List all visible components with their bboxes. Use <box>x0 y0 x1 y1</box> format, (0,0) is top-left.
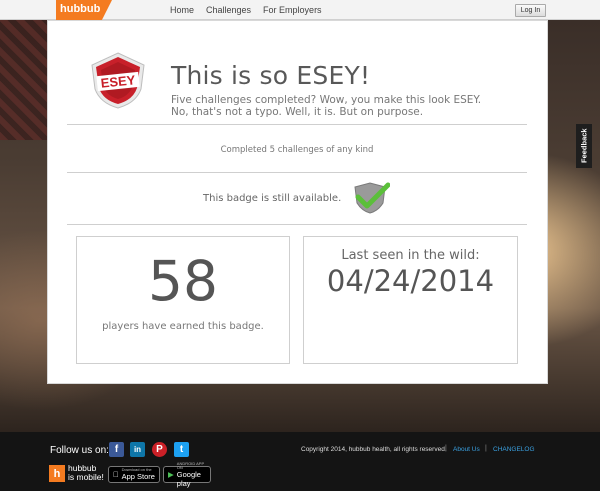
footer-separator: | <box>445 445 447 452</box>
feedback-tab[interactable]: Feedback <box>576 124 592 168</box>
linkedin-icon[interactable]: in <box>130 442 145 457</box>
footer-separator: | <box>485 445 487 452</box>
divider <box>67 124 527 125</box>
badge-criteria: Completed 5 challenges of any kind <box>220 145 374 155</box>
last-seen-box: Last seen in the wild: 04/24/2014 <box>303 236 518 364</box>
google-play-text: ANDROID APP ON Google play <box>176 460 205 488</box>
availability-text: This badge is still available. <box>203 193 342 204</box>
nav-for-employers[interactable]: For Employers <box>263 5 322 15</box>
mobile-promo-text: hubbub is mobile! <box>68 464 104 482</box>
divider <box>67 172 527 173</box>
pinterest-icon[interactable]: P <box>152 442 167 457</box>
nav-home[interactable]: Home <box>170 5 194 15</box>
facebook-icon[interactable]: f <box>109 442 124 457</box>
description-line-2: No, that's not a typo. Well, it is. But … <box>171 106 424 118</box>
nav-challenges[interactable]: Challenges <box>206 5 251 15</box>
hubbub-mobile-logo: h <box>49 465 65 482</box>
changelog-link[interactable]: CHANGELOG <box>493 446 535 453</box>
google-play-button[interactable]: ▶ ANDROID APP ON Google play <box>163 461 211 488</box>
players-stat-box: 58 players have earned this badge. <box>76 236 290 364</box>
last-seen-date: 04/24/2014 <box>326 264 495 298</box>
app-store-button[interactable]:  Download on theApp Store <box>108 466 160 483</box>
about-us-link[interactable]: About Us <box>453 446 480 453</box>
top-nav-bar: hubbub Home Challenges For Employers Log… <box>0 0 600 20</box>
players-caption: players have earned this badge. <box>102 321 264 332</box>
logo-text: hubbub <box>60 3 101 15</box>
badge-title: This is so ESEY! <box>171 61 371 90</box>
divider <box>67 224 527 225</box>
players-count: 58 <box>148 249 218 313</box>
follow-label: Follow us on: <box>50 445 109 456</box>
play-icon: ▶ <box>168 470 174 479</box>
description-line-1: Five challenges completed? Wow, you make… <box>171 94 482 106</box>
mobile-line-2: is mobile! <box>68 472 104 482</box>
app-store-text: Download on the App Store <box>116 467 155 482</box>
twitter-icon[interactable]: t <box>174 442 189 457</box>
copyright-text: Copyright 2014, hubbub health, all right… <box>301 446 447 453</box>
esey-badge-icon: ESEY <box>91 52 145 109</box>
login-button[interactable]: Log In <box>515 4 546 17</box>
hubbub-logo[interactable]: hubbub <box>56 0 112 20</box>
apple-icon:  <box>113 470 119 479</box>
background-pattern <box>0 20 48 140</box>
last-seen-label: Last seen in the wild: <box>341 248 480 263</box>
footer: Follow us on: f in P t Copyright 2014, h… <box>0 432 600 491</box>
check-badge-icon <box>354 182 390 214</box>
badge-description: Five challenges completed? Wow, you make… <box>171 94 501 118</box>
main-nav: Home Challenges For Employers <box>170 5 322 15</box>
